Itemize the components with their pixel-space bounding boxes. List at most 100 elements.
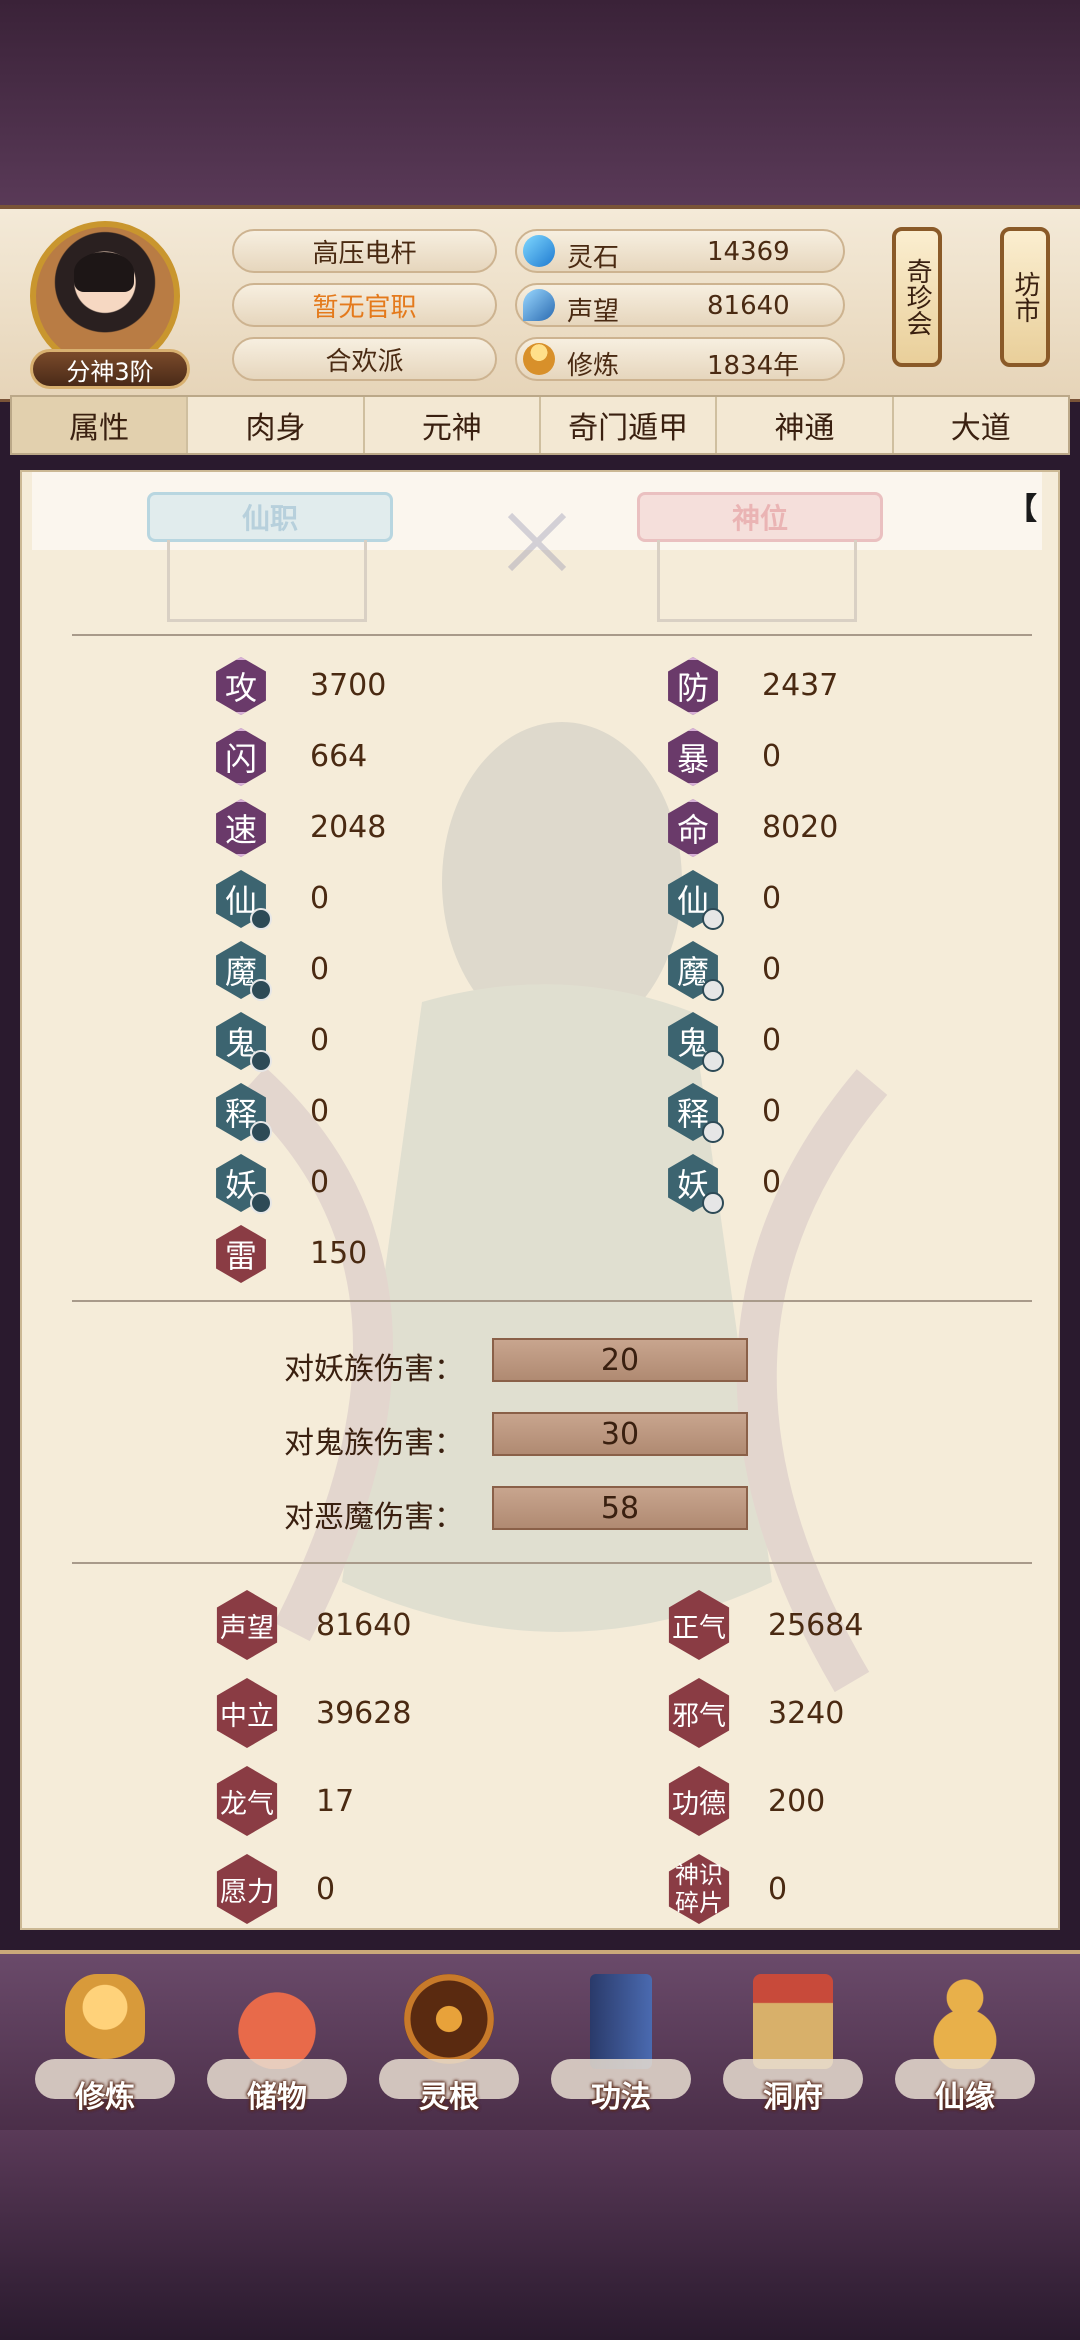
character-name: 高压电杆 bbox=[232, 229, 497, 273]
top-backdrop bbox=[0, 0, 1080, 210]
rep-value-soul-fragment: 0 bbox=[768, 1872, 788, 1907]
stat-icon-buddha-def[interactable]: 释 bbox=[664, 1083, 724, 1143]
stat-value-yao-def: 0 bbox=[762, 1165, 782, 1200]
resource-spirit-stone[interactable]: 灵石 14369 bbox=[515, 229, 845, 273]
stat-icon-defense[interactable]: 防 bbox=[664, 657, 722, 715]
avatar-hair bbox=[74, 252, 134, 292]
divine-post-slot[interactable]: 神位 bbox=[632, 492, 883, 622]
stat-value-speed: 2048 bbox=[310, 810, 387, 845]
resource-label: 灵石 bbox=[567, 243, 620, 273]
stat-icon-demon-atk[interactable]: 魔 bbox=[212, 941, 272, 1001]
nav-technique[interactable]: 功法 bbox=[546, 1954, 696, 2134]
rep-icon-dragon-qi[interactable]: 龙气 bbox=[212, 1766, 282, 1836]
rep-value-neutral: 39628 bbox=[316, 1696, 412, 1731]
stat-icon-crit[interactable]: 暴 bbox=[664, 728, 722, 786]
nav-storage[interactable]: 储物 bbox=[202, 1954, 352, 2134]
nav-label: 洞府 bbox=[763, 2080, 823, 2115]
stat-value-ghost-atk: 0 bbox=[310, 1023, 330, 1058]
stat-icon-ghost-def[interactable]: 鬼 bbox=[664, 1012, 724, 1072]
stat-icon-dodge[interactable]: 闪 bbox=[212, 728, 270, 786]
resource-reputation[interactable]: 声望 81640 bbox=[515, 283, 845, 327]
spirit-root-icon bbox=[404, 1974, 494, 2064]
stat-icon-immortal-def[interactable]: 仙 bbox=[664, 870, 724, 930]
stat-icon-immortal-atk[interactable]: 仙 bbox=[212, 870, 272, 930]
divider bbox=[72, 634, 1032, 636]
divine-post-title: 神位 bbox=[637, 492, 883, 542]
technique-book-icon bbox=[590, 1974, 652, 2069]
storage-bag-icon bbox=[237, 1974, 317, 2069]
immortal-post-slot[interactable]: 仙职 bbox=[142, 492, 393, 622]
nav-label: 修炼 bbox=[75, 2080, 135, 2115]
divine-post-box bbox=[657, 540, 857, 622]
tab-body[interactable]: 肉身 bbox=[188, 397, 365, 453]
rep-icon-wish-power[interactable]: 愿力 bbox=[212, 1854, 282, 1924]
resource-value: 1834年 bbox=[707, 351, 800, 381]
stat-icon-speed[interactable]: 速 bbox=[212, 799, 270, 857]
cave-house-icon bbox=[753, 1974, 833, 2069]
stat-value-defense: 2437 bbox=[762, 668, 839, 703]
cultivation-icon bbox=[523, 343, 555, 375]
stat-value-buddha-def: 0 bbox=[762, 1094, 782, 1129]
stat-value-thunder: 150 bbox=[310, 1236, 368, 1271]
stat-icon-ghost-atk[interactable]: 鬼 bbox=[212, 1012, 272, 1072]
sect-name[interactable]: 合欢派 bbox=[232, 337, 497, 381]
resource-value: 14369 bbox=[707, 237, 790, 267]
rep-icon-merit[interactable]: 功德 bbox=[664, 1766, 734, 1836]
bottom-backdrop bbox=[0, 2130, 1080, 2340]
character-header: 分神3阶 高压电杆 暂无官职 合欢派 灵石 14369 声望 81640 修炼 … bbox=[0, 205, 1080, 402]
tab-dao[interactable]: 大道 bbox=[894, 397, 1068, 453]
tab-spirit[interactable]: 元神 bbox=[365, 397, 541, 453]
stat-value-immortal-atk: 0 bbox=[310, 881, 330, 916]
resource-cultivation[interactable]: 修炼 1834年 bbox=[515, 337, 845, 381]
nav-label: 仙缘 bbox=[935, 2080, 995, 2115]
stat-value-immortal-def: 0 bbox=[762, 881, 782, 916]
attributes-panel: 仙职 神位 【 攻 3700 闪 664 速 2048 仙 0 魔 0 鬼 0 … bbox=[20, 470, 1060, 1930]
tab-powers[interactable]: 神通 bbox=[717, 397, 894, 453]
rep-value-dragon-qi: 17 bbox=[316, 1784, 355, 1819]
stat-icon-hp[interactable]: 命 bbox=[664, 799, 722, 857]
tab-qimen[interactable]: 奇门遁甲 bbox=[541, 397, 718, 453]
stat-value-demon-atk: 0 bbox=[310, 952, 330, 987]
nav-label: 储物 bbox=[247, 2080, 307, 2115]
damage-value-demon: 58 bbox=[492, 1486, 748, 1530]
stat-value-demon-def: 0 bbox=[762, 952, 782, 987]
market-button[interactable]: 坊市 bbox=[1000, 227, 1050, 367]
stat-icon-attack[interactable]: 攻 bbox=[212, 657, 270, 715]
nav-label: 功法 bbox=[591, 2080, 651, 2115]
stat-icon-thunder[interactable]: 雷 bbox=[212, 1225, 270, 1283]
rep-icon-evil[interactable]: 邪气 bbox=[664, 1678, 734, 1748]
rep-value-reputation: 81640 bbox=[316, 1608, 412, 1643]
resource-label: 声望 bbox=[567, 297, 620, 327]
rep-value-righteous: 25684 bbox=[768, 1608, 864, 1643]
nav-cave-house[interactable]: 洞府 bbox=[718, 1954, 868, 2134]
tab-attributes[interactable]: 属性 bbox=[12, 397, 189, 453]
tab-bar: 属性 肉身 元神 奇门遁甲 神通 大道 bbox=[10, 395, 1070, 455]
spirit-stone-icon bbox=[523, 235, 555, 267]
nav-cultivate[interactable]: 修炼 bbox=[30, 1954, 180, 2134]
stat-icon-demon-def[interactable]: 魔 bbox=[664, 941, 724, 1001]
stat-icon-yao-def[interactable]: 妖 bbox=[664, 1154, 724, 1214]
rep-icon-soul-fragment[interactable]: 神识碎片 bbox=[664, 1854, 734, 1924]
rep-icon-reputation[interactable]: 声望 bbox=[212, 1590, 282, 1660]
damage-label-demon: 对恶魔伤害： bbox=[284, 1500, 464, 1535]
rep-icon-neutral[interactable]: 中立 bbox=[212, 1678, 282, 1748]
stat-icon-yao-atk[interactable]: 妖 bbox=[212, 1154, 272, 1214]
rep-icon-righteous[interactable]: 正气 bbox=[664, 1590, 734, 1660]
stat-value-hp: 8020 bbox=[762, 810, 839, 845]
stat-value-dodge: 664 bbox=[310, 739, 368, 774]
damage-value-ghost: 30 bbox=[492, 1412, 748, 1456]
treasure-auction-button[interactable]: 奇珍会 bbox=[892, 227, 942, 367]
resource-label: 修炼 bbox=[567, 351, 620, 381]
damage-value-yao: 20 bbox=[492, 1338, 748, 1382]
resource-value: 81640 bbox=[707, 291, 790, 321]
nav-label: 灵根 bbox=[419, 2080, 479, 2115]
nav-fate[interactable]: 仙缘 bbox=[890, 1954, 1040, 2134]
rank-badge: 分神3阶 bbox=[30, 349, 190, 389]
official-title[interactable]: 暂无官职 bbox=[232, 283, 497, 327]
stat-value-attack: 3700 bbox=[310, 668, 387, 703]
nav-spirit-root[interactable]: 灵根 bbox=[374, 1954, 524, 2134]
divider bbox=[72, 1562, 1032, 1564]
immortal-post-title: 仙职 bbox=[147, 492, 393, 542]
stat-icon-buddha-atk[interactable]: 释 bbox=[212, 1083, 272, 1143]
damage-label-ghost: 对鬼族伤害： bbox=[284, 1426, 464, 1461]
